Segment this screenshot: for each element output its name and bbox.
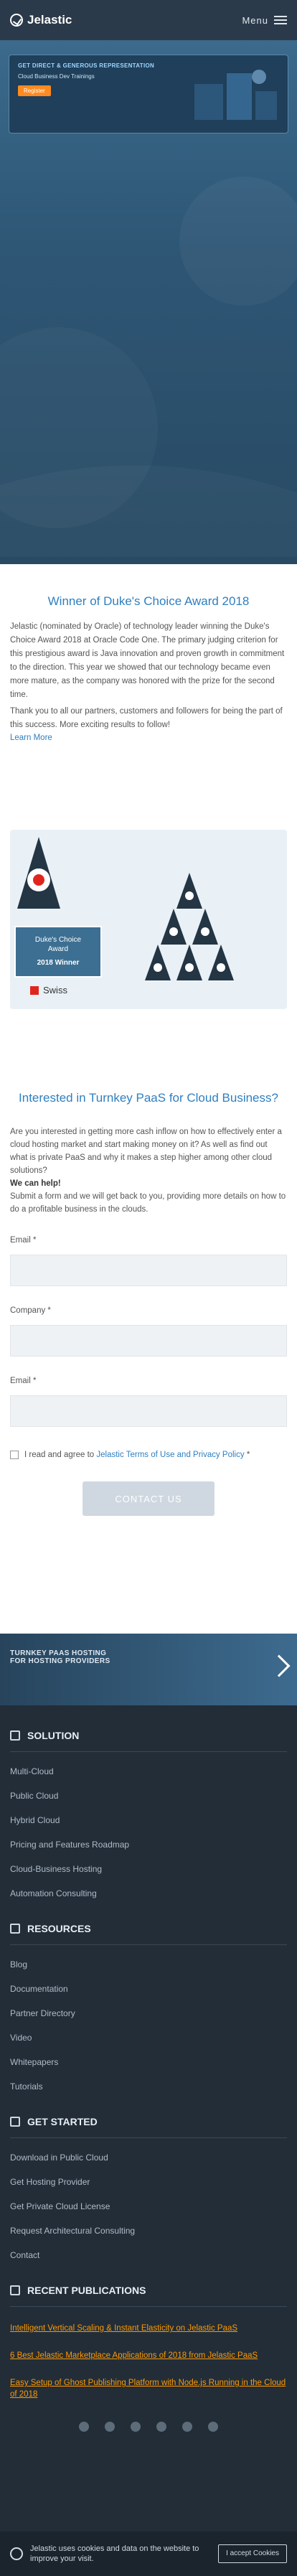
footer-link[interactable]: Download in Public Cloud <box>10 2153 287 2163</box>
lead-form-section: Interested in Turnkey PaaS for Cloud Bus… <box>0 1024 297 1634</box>
publications-icon <box>10 2285 20 2295</box>
lead-can-help: We can help! <box>10 1179 61 1188</box>
linkedin-icon[interactable] <box>131 2422 141 2432</box>
footer-resources: RESOURCES Blog Documentation Partner Dir… <box>0 1923 297 2092</box>
award-paragraph: Jelastic (nominated by Oracle) of techno… <box>10 622 285 699</box>
footer-link[interactable]: Whitepapers <box>10 2057 287 2067</box>
promo-register-button[interactable]: Register <box>18 85 51 96</box>
site-header: Jelastic Menu <box>0 0 297 40</box>
lead-submit-text: Submit a form and we will get back to yo… <box>10 1192 286 1214</box>
footer-link[interactable]: Partner Directory <box>10 2008 287 2018</box>
footer-link[interactable]: Contact <box>10 2250 287 2260</box>
get-started-icon <box>10 2117 20 2127</box>
resources-title: RESOURCES <box>27 1923 91 1934</box>
award-title: Winner of Duke's Choice Award 2018 <box>47 594 250 608</box>
site-footer: TURNKEY PAAS HOSTING FOR HOSTING PROVIDE… <box>0 1634 297 2576</box>
footer-banner[interactable]: TURNKEY PAAS HOSTING FOR HOSTING PROVIDE… <box>0 1634 297 1705</box>
terms-agreement: I read and agree to Jelastic Terms of Us… <box>10 1448 287 1461</box>
phone-label: Email * <box>10 1377 37 1385</box>
footer-link[interactable]: Get Private Cloud License <box>10 2201 287 2211</box>
swiss-label: Swiss <box>30 985 67 996</box>
email-label: Email * <box>10 1236 37 1245</box>
hamburger-icon <box>274 16 287 24</box>
swiss-text: Swiss <box>43 985 67 996</box>
resources-icon <box>10 1924 20 1934</box>
footer-solution: SOLUTION Multi-Cloud Public Cloud Hybrid… <box>0 1730 297 1898</box>
hero-section: GET DIRECT & GENEROUS REPRESENTATION Clo… <box>0 40 297 564</box>
promo-illustration <box>194 70 277 120</box>
cookie-bar: Jelastic uses cookies and data on the we… <box>0 2531 297 2576</box>
duke-mascot-illustration <box>17 837 234 980</box>
publication-list: Intelligent Vertical Scaling & Instant E… <box>0 2323 297 2400</box>
facebook-icon[interactable] <box>105 2422 115 2432</box>
promo-banner[interactable]: GET DIRECT & GENEROUS REPRESENTATION Clo… <box>9 55 288 134</box>
email-field[interactable] <box>10 1255 287 1286</box>
lead-intro-text: Are you interested in getting more cash … <box>10 1128 282 1175</box>
twitter-icon[interactable] <box>79 2422 89 2432</box>
badge-line-1: Duke's Choice <box>34 936 82 944</box>
footer-link[interactable]: Hybrid Cloud <box>10 1815 287 1825</box>
lead-title: Interested in Turnkey PaaS for Cloud Bus… <box>19 1091 278 1105</box>
company-field[interactable] <box>10 1325 287 1357</box>
footer-link[interactable]: Video <box>10 2033 287 2043</box>
logo-icon <box>10 14 23 27</box>
youtube-icon[interactable] <box>182 2422 192 2432</box>
footer-link[interactable]: Documentation <box>10 1984 287 1994</box>
info-icon <box>10 2547 23 2560</box>
phone-field[interactable] <box>10 1395 287 1427</box>
footer-link[interactable]: Automation Consulting <box>10 1888 287 1898</box>
footer-link[interactable]: Multi-Cloud <box>10 1766 287 1776</box>
publication-link[interactable]: 6 Best Jelastic Marketplace Applications… <box>10 2350 287 2361</box>
terms-suffix: * <box>244 1451 250 1459</box>
swiss-flag-icon <box>30 985 39 995</box>
footer-publications: RECENT PUBLICATIONS <box>0 2285 297 2307</box>
contact-us-button[interactable]: CONTACT US <box>82 1481 214 1516</box>
footer-link[interactable]: Pricing and Features Roadmap <box>10 1840 287 1850</box>
footer-link[interactable]: Request Architectural Consulting <box>10 2226 287 2236</box>
menu-label: Menu <box>242 14 268 26</box>
footer-link[interactable]: Blog <box>10 1959 287 1970</box>
footer-link[interactable]: Tutorials <box>10 2081 287 2092</box>
github-icon[interactable] <box>156 2422 166 2432</box>
terms-text: I read and agree to Jelastic Terms of Us… <box>24 1448 250 1461</box>
social-links <box>0 2422 297 2432</box>
get-started-title: GET STARTED <box>27 2116 98 2127</box>
company-label: Company * <box>10 1306 51 1315</box>
solution-icon <box>10 1730 20 1741</box>
cookie-text: Jelastic uses cookies and data on the we… <box>30 2544 199 2563</box>
hero-background-graphic <box>179 177 297 306</box>
publications-title: RECENT PUBLICATIONS <box>27 2285 146 2296</box>
award-learn-more-link[interactable]: Learn More <box>10 734 287 742</box>
publication-link[interactable]: Easy Setup of Ghost Publishing Platform … <box>10 2377 287 2400</box>
banner-line-1: TURNKEY PAAS HOSTING <box>10 1649 107 1657</box>
accept-cookies-button[interactable]: I accept Cookies <box>218 2544 287 2563</box>
award-section: Winner of Duke's Choice Award 2018 Jelas… <box>0 564 297 1024</box>
rss-icon[interactable] <box>208 2422 218 2432</box>
footer-link[interactable]: Get Hosting Provider <box>10 2177 287 2187</box>
brand-name: Jelastic <box>27 13 72 27</box>
banner-line-2: FOR HOSTING PROVIDERS <box>10 1657 110 1665</box>
award-thanks-paragraph: Thank you to all our partners, customers… <box>10 707 283 729</box>
badge-line-2: Award <box>47 945 69 953</box>
lead-paragraph: Are you interested in getting more cash … <box>10 1125 287 1216</box>
badge-line-3: 2018 Winner <box>37 959 80 967</box>
footer-get-started: GET STARTED Download in Public Cloud Get… <box>0 2116 297 2260</box>
brand-logo[interactable]: Jelastic <box>10 13 72 27</box>
terms-link[interactable]: Jelastic Terms of Use and Privacy Policy <box>96 1451 244 1459</box>
award-badge: Duke's Choice Award 2018 Winner <box>14 926 102 978</box>
footer-link[interactable]: Public Cloud <box>10 1791 287 1801</box>
menu-button[interactable]: Menu <box>242 15 287 26</box>
footer-link[interactable]: Cloud-Business Hosting <box>10 1864 287 1874</box>
terms-prefix: I read and agree to <box>24 1451 97 1459</box>
solution-title: SOLUTION <box>27 1730 80 1741</box>
award-image: Duke's Choice Award 2018 Winner Swiss <box>10 830 287 1009</box>
terms-checkbox[interactable] <box>10 1451 19 1459</box>
publication-link[interactable]: Intelligent Vertical Scaling & Instant E… <box>10 2323 287 2334</box>
